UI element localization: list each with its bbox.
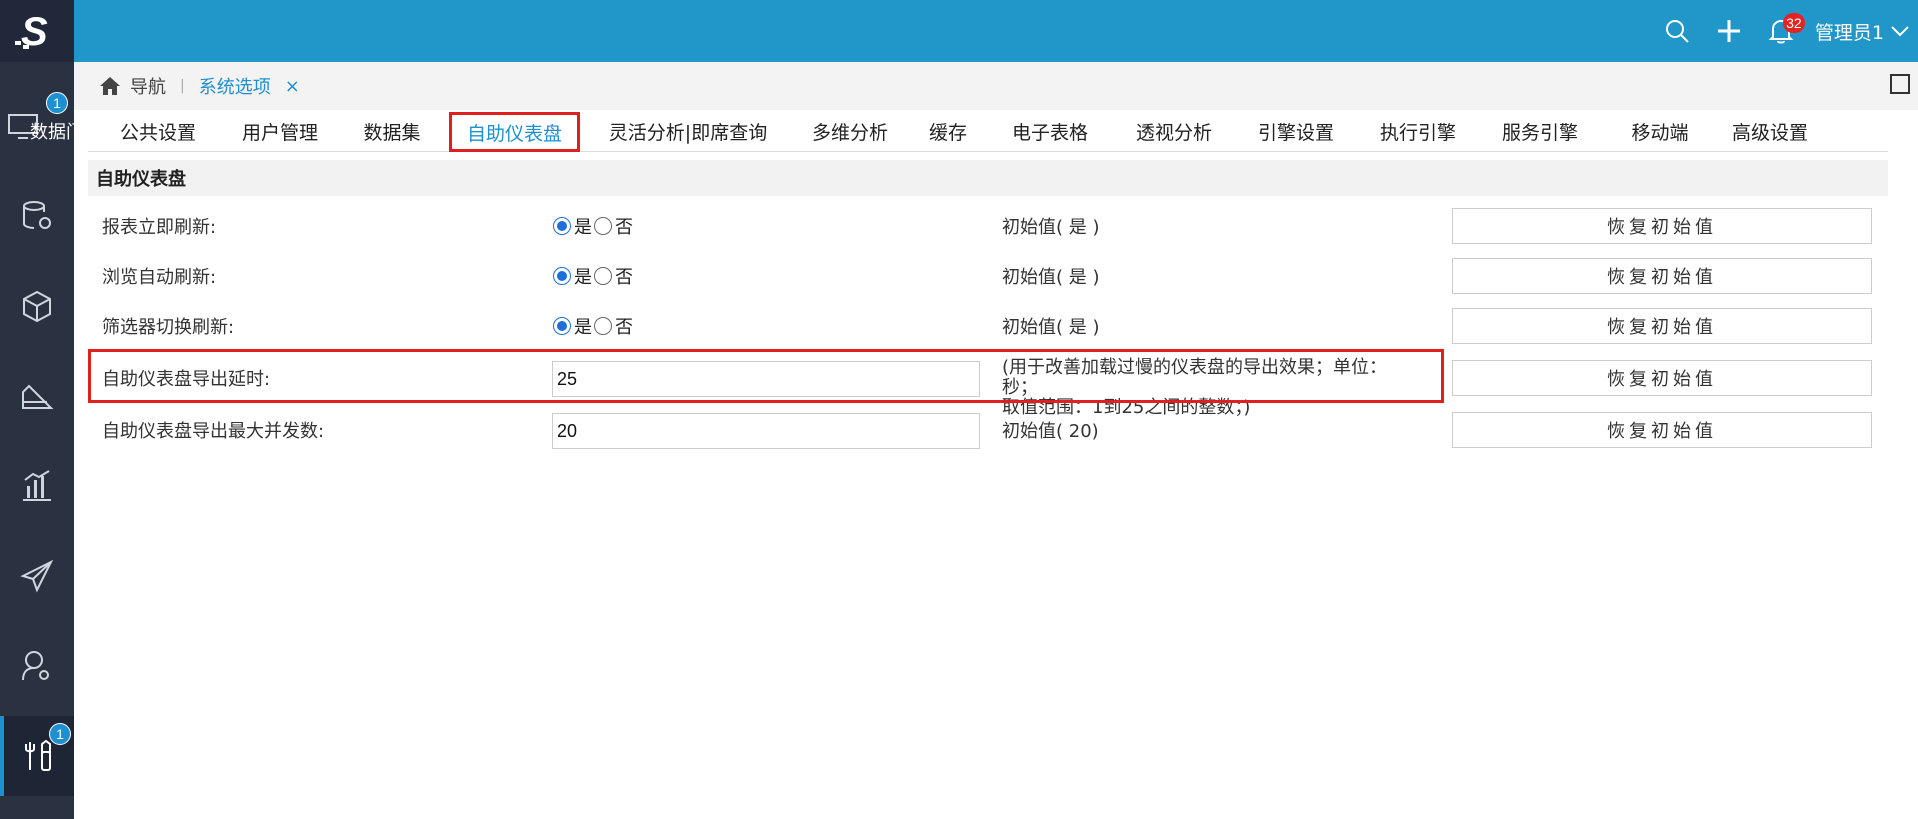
tools-badge: 1: [49, 723, 71, 745]
reset-button[interactable]: 恢复初始值: [1452, 360, 1872, 396]
sidebar-item-analysis[interactable]: [0, 456, 74, 516]
tab-olap-analysis[interactable]: 多维分析: [794, 110, 906, 152]
paper-plane-icon: [20, 559, 54, 593]
initial-value: 初始值( 是 ): [1002, 217, 1100, 238]
settings-tabs: 公共设置 用户管理 数据集 自助仪表盘 灵活分析|即席查询 多维分析 缓存 电子…: [88, 110, 1888, 152]
sidebar-item-label: 数据门: [30, 122, 74, 143]
tab-service-engine[interactable]: 服务引擎: [1484, 110, 1596, 152]
tab-engine-settings[interactable]: 引擎设置: [1240, 110, 1352, 152]
radio-yes-label: 是: [574, 267, 592, 288]
radio-no-label: 否: [615, 267, 633, 288]
user-menu[interactable]: 管理员1: [1815, 18, 1884, 45]
logo-icon: S: [15, 10, 48, 53]
breadcrumb-home-label: 导航: [130, 77, 166, 98]
ruler-icon: [22, 384, 54, 409]
database-gear-icon: [23, 201, 51, 229]
breadcrumb-current[interactable]: 系统选项: [199, 73, 271, 99]
radio-group: 是 否: [553, 204, 635, 248]
setting-row: 筛选器切换刷新: 是 否 初始值( 是 ) 恢复初始值: [88, 304, 1888, 348]
tab-execution-engine[interactable]: 执行引擎: [1362, 110, 1474, 152]
cube-icon: [23, 290, 51, 323]
sidebar-item-publish[interactable]: [0, 546, 74, 606]
bar-chart-icon: [23, 470, 51, 501]
reset-button[interactable]: 恢复初始值: [1452, 308, 1872, 344]
plus-icon: [1717, 20, 1740, 42]
radio-no-label: 否: [615, 317, 633, 338]
notifications-button[interactable]: 32: [1761, 11, 1805, 51]
radio-yes[interactable]: [553, 217, 571, 235]
tab-self-dashboard[interactable]: 自助仪表盘: [449, 112, 580, 152]
setting-row: 报表立即刷新: 是 否 初始值( 是 ) 恢复初始值: [88, 204, 1888, 248]
maximize-icon[interactable]: [1890, 74, 1910, 94]
radio-no[interactable]: [594, 317, 612, 335]
home-icon: [100, 77, 120, 95]
tab-pivot-analysis[interactable]: 透视分析: [1118, 110, 1230, 152]
search-icon: [1665, 20, 1689, 43]
setting-row: 浏览自动刷新: 是 否 初始值( 是 ) 恢复初始值: [88, 254, 1888, 298]
sidebar-item-design[interactable]: [0, 366, 74, 426]
radio-no-label: 否: [615, 217, 633, 238]
export-delay-input[interactable]: [552, 361, 980, 397]
reset-button[interactable]: 恢复初始值: [1452, 258, 1872, 294]
radio-no[interactable]: [594, 217, 612, 235]
sidebar-item-datasource[interactable]: [0, 186, 74, 246]
chevron-down-icon[interactable]: [1888, 19, 1912, 43]
setting-label: 筛选器切换刷新:: [102, 317, 235, 338]
setting-label: 报表立即刷新:: [102, 217, 217, 238]
initial-value: 初始值( 20): [1002, 421, 1099, 442]
setting-label: 浏览自动刷新:: [102, 267, 217, 288]
tab-user-management[interactable]: 用户管理: [220, 110, 340, 152]
top-header: 32 管理员1: [74, 0, 1918, 62]
setting-label: 自助仪表盘导出延时:: [102, 369, 271, 390]
breadcrumb-separator: |: [180, 78, 185, 94]
radio-yes-label: 是: [574, 317, 592, 338]
sidebar-item-model[interactable]: [0, 276, 74, 336]
tab-spreadsheet[interactable]: 电子表格: [994, 110, 1106, 152]
search-button[interactable]: [1657, 11, 1697, 51]
tab-public-settings[interactable]: 公共设置: [98, 110, 218, 152]
sidebar: S 1 数据门 1: [0, 0, 74, 819]
initial-value: 初始值( 是 ): [1002, 267, 1100, 288]
app-logo[interactable]: S: [0, 0, 74, 62]
radio-yes-label: 是: [574, 217, 592, 238]
max-concurrency-input[interactable]: [552, 413, 980, 449]
data-badge: 1: [46, 92, 68, 114]
tools-icon: [25, 739, 51, 771]
radio-no[interactable]: [594, 267, 612, 285]
sidebar-item-admin[interactable]: [0, 636, 74, 696]
tab-dataset[interactable]: 数据集: [342, 110, 442, 152]
notification-badge: 32: [1782, 13, 1805, 33]
radio-yes[interactable]: [553, 267, 571, 285]
reset-button[interactable]: 恢复初始值: [1452, 412, 1872, 448]
radio-yes[interactable]: [553, 317, 571, 335]
radio-group: 是 否: [553, 254, 635, 298]
breadcrumb-home[interactable]: 导航: [98, 73, 166, 99]
radio-group: 是 否: [553, 304, 635, 348]
setting-note-line: (用于改善加载过慢的仪表盘的导出效果；单位：秒；: [1002, 357, 1388, 398]
breadcrumb: 导航 | 系统选项 ×: [74, 62, 1918, 110]
tab-cache[interactable]: 缓存: [908, 110, 988, 152]
setting-row: 自助仪表盘导出延时: (用于改善加载过慢的仪表盘的导出效果；单位：秒； 取值范围…: [88, 356, 1888, 418]
add-button[interactable]: [1709, 11, 1749, 51]
section-title: 自助仪表盘: [88, 160, 1888, 196]
setting-label: 自助仪表盘导出最大并发数:: [102, 421, 325, 442]
tab-flexible-analysis[interactable]: 灵活分析|即席查询: [588, 110, 788, 152]
tab-advanced-settings[interactable]: 高级设置: [1714, 110, 1826, 152]
user-gear-icon: [22, 651, 49, 681]
tab-mobile[interactable]: 移动端: [1610, 110, 1710, 152]
close-tab-button[interactable]: ×: [285, 76, 300, 97]
setting-row: 自助仪表盘导出最大并发数: 初始值( 20) 恢复初始值: [88, 408, 1888, 452]
initial-value: 初始值( 是 ): [1002, 317, 1100, 338]
reset-button[interactable]: 恢复初始值: [1452, 208, 1872, 244]
